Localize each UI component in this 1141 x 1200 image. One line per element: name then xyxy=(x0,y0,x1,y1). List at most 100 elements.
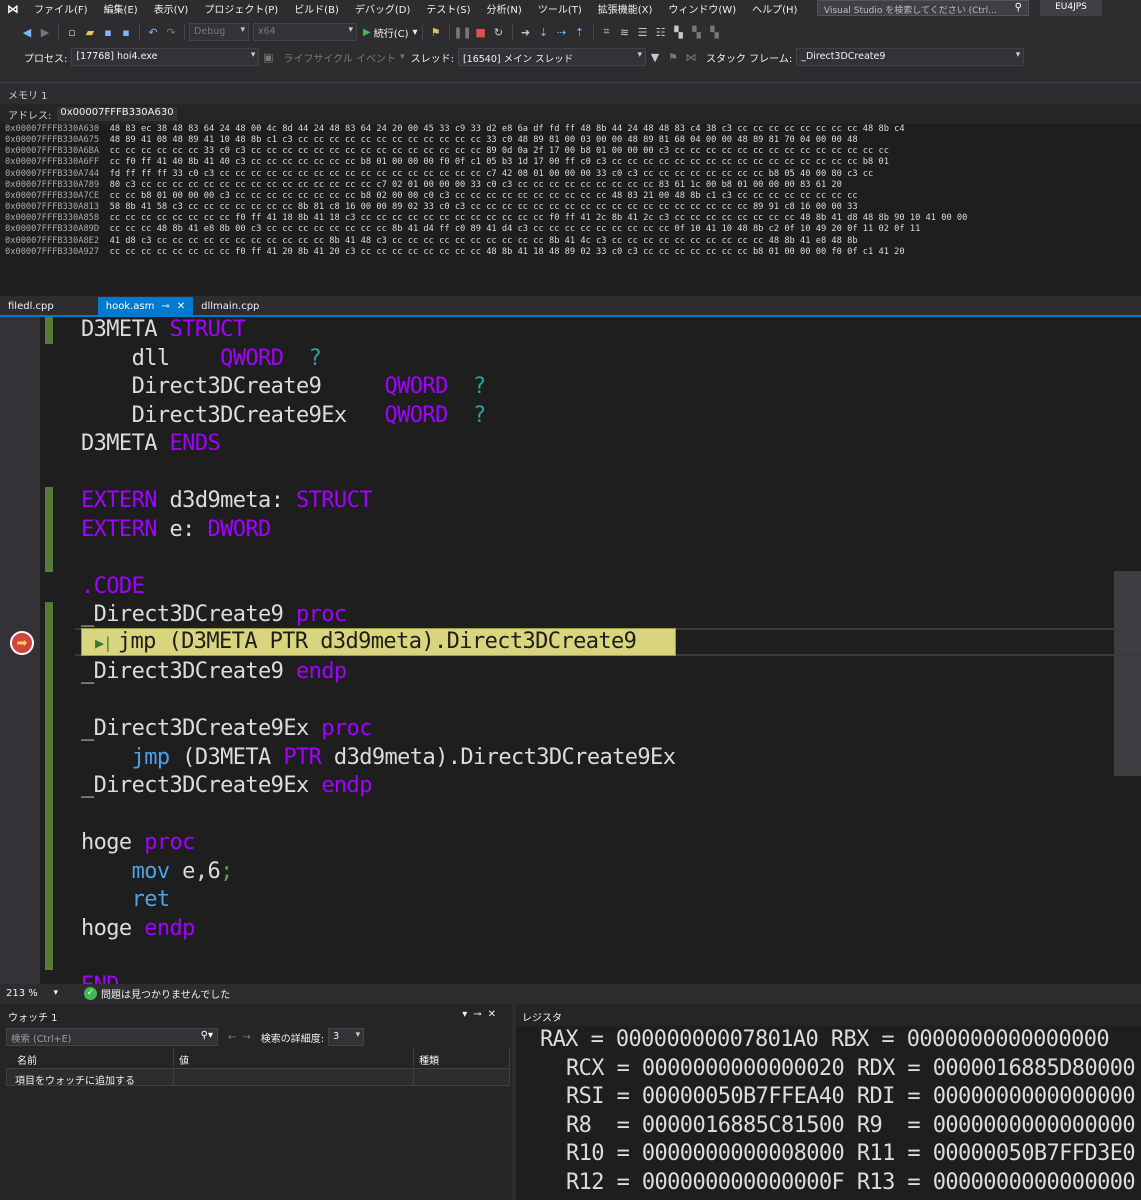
code-line[interactable]: hoge proc xyxy=(81,829,675,858)
code-line[interactable]: Direct3DCreate9 QWORD ? xyxy=(81,373,675,402)
menu-help[interactable]: ヘルプ(H) xyxy=(744,1,805,16)
new-item-icon[interactable]: ▫ xyxy=(63,23,81,41)
register-line[interactable]: R10 = 0000000000008000 R11 = 00000050B7F… xyxy=(566,1140,1136,1169)
tab-hook-asm[interactable]: hook.asm ⊸ ✕ xyxy=(97,297,194,315)
toggle-flag-icon[interactable]: ⋈ xyxy=(682,48,700,66)
pin-icon[interactable]: ⊸ xyxy=(161,301,169,312)
register-line[interactable]: R8 = 0000016885C81500 R9 = 0000000000000… xyxy=(566,1112,1136,1141)
code-line[interactable] xyxy=(81,801,675,830)
memory-row-bytes[interactable]: cc cc b8 01 00 00 00 c3 cc cc cc cc cc c… xyxy=(99,191,858,201)
open-file-icon[interactable]: ▰ xyxy=(81,23,99,41)
menu-project[interactable]: プロジェクト(P) xyxy=(196,1,286,16)
code-line[interactable] xyxy=(81,943,675,972)
attach-process-icon[interactable]: ⚑ xyxy=(427,23,445,41)
code-line[interactable] xyxy=(81,459,675,488)
memory-row[interactable]: 0x00007FFFB330A89D cc cc cc 48 8b 41 e8 … xyxy=(5,224,1141,235)
code-line[interactable]: dll QWORD ? xyxy=(81,345,675,374)
undo-icon[interactable]: ↶ xyxy=(144,23,162,41)
code-line[interactable]: D3META ENDS xyxy=(81,430,675,459)
code-line[interactable]: hoge endp xyxy=(81,915,675,944)
menu-view[interactable]: 表示(V) xyxy=(146,1,197,16)
memory-row[interactable]: 0x00007FFFB330A8E2 41 d8 c3 cc cc cc cc … xyxy=(5,236,1141,247)
register-line[interactable]: RAX = 00000000007801A0 RBX = 00000000000… xyxy=(540,1026,1110,1055)
stack-frame-select[interactable]: _Direct3DCreate9 xyxy=(796,48,1025,66)
show-next-statement-icon[interactable]: ➜ xyxy=(517,23,535,41)
code-line[interactable]: _Direct3DCreate9 proc xyxy=(81,601,675,630)
code-line[interactable]: _Direct3DCreate9Ex endp xyxy=(81,772,675,801)
zoom-select[interactable]: 213 % xyxy=(0,988,58,999)
redo-icon[interactable]: ↷ xyxy=(162,23,180,41)
watch-column-name[interactable]: 名前 xyxy=(12,1049,174,1067)
code-line[interactable]: EXTERN d3d9meta: STRUCT xyxy=(81,487,675,516)
hex-display-icon[interactable]: ⌗ xyxy=(598,23,616,41)
stop-debugging-icon[interactable]: ■ xyxy=(472,23,490,41)
register-line[interactable]: RCX = 0000000000000020 RDX = 0000016885D… xyxy=(566,1055,1136,1084)
code-line[interactable] xyxy=(81,544,675,573)
memory-row[interactable]: 0x00007FFFB330A630 48 83 ec 38 48 83 64 … xyxy=(5,124,1141,135)
search-next-icon[interactable]: → xyxy=(242,1032,256,1043)
close-icon[interactable]: ✕ xyxy=(177,301,185,312)
memory-row[interactable]: 0x00007FFFB330A6BA cc cc cc cc cc cc 33 … xyxy=(5,146,1141,157)
bookmark-icon[interactable]: ▚ xyxy=(670,23,688,41)
memory-row-bytes[interactable]: 80 c3 cc cc cc cc cc cc cc cc cc cc cc c… xyxy=(99,180,842,190)
threads-icon[interactable]: ≋ xyxy=(616,23,634,41)
vs-search-input[interactable]: Visual Studio を検索してください (Ctrl... ⚲ xyxy=(817,0,1029,16)
memory-row[interactable]: 0x00007FFFB330A675 48 89 41 08 48 89 41 … xyxy=(5,135,1141,146)
code-line[interactable]: _Direct3DCreate9Ex proc xyxy=(81,715,675,744)
watch-title[interactable]: ウォッチ 1 xyxy=(8,1013,58,1024)
code-line[interactable]: _Direct3DCreate9 endp xyxy=(81,658,675,687)
memory-row[interactable]: 0x00007FFFB330A6FF cc f0 ff 41 40 8b 41 … xyxy=(5,157,1141,168)
thread-select[interactable]: [16540] メイン スレッド xyxy=(457,48,646,66)
memory-row[interactable]: 0x00007FFFB330A789 80 c3 cc cc cc cc cc … xyxy=(5,180,1141,191)
memory-row[interactable]: 0x00007FFFB330A7CE cc cc b8 01 00 00 00 … xyxy=(5,191,1141,202)
search-depth-select[interactable]: 3 xyxy=(328,1028,365,1046)
memory-row[interactable]: 0x00007FFFB330A927 cc cc cc cc cc cc cc … xyxy=(5,247,1141,258)
run-to-click-icon[interactable]: ▶| xyxy=(95,634,112,652)
continue-button[interactable]: ▶ 続行(C) ▾ xyxy=(363,25,418,40)
menu-extensions[interactable]: 拡張機能(X) xyxy=(590,1,661,16)
memory-row-bytes[interactable]: 41 d8 c3 cc cc cc cc cc cc cc cc cc cc c… xyxy=(99,236,858,246)
menu-edit[interactable]: 編集(E) xyxy=(96,1,146,16)
current-instruction-arrow-icon[interactable]: ➡ xyxy=(10,631,34,655)
memory-row-bytes[interactable]: cc cc cc cc cc cc cc cc f0 ff 41 18 8b 4… xyxy=(99,213,968,223)
flag-icon[interactable]: ⚑ xyxy=(664,48,682,66)
memory-row[interactable]: 0x00007FFFB330A744 fd ff ff ff 33 c0 c3 … xyxy=(5,169,1141,180)
step-out-icon[interactable]: ⇡ xyxy=(571,23,589,41)
navigate-back-icon[interactable]: ◀ xyxy=(18,23,36,41)
project-name-badge[interactable]: EU4JPS xyxy=(1040,0,1102,16)
pin-icon[interactable]: ⊸ xyxy=(473,1009,487,1020)
register-line[interactable]: R12 = 000000000000000F R13 = 00000000000… xyxy=(566,1169,1136,1198)
bookmark-prev-icon[interactable]: ▚ xyxy=(688,23,706,41)
search-previous-icon[interactable]: ← xyxy=(228,1032,242,1043)
watch-column-type[interactable]: 種類 xyxy=(414,1049,510,1067)
code-line[interactable]: ret xyxy=(81,886,675,915)
menu-debug[interactable]: デバッグ(D) xyxy=(347,1,419,16)
register-line[interactable]: RSI = 00000050B7FFEA40 RDI = 00000000000… xyxy=(566,1083,1136,1112)
memory-row[interactable]: 0x00007FFFB330A813 58 8b 41 58 c3 cc cc … xyxy=(5,202,1141,213)
watch-search-input[interactable]: 検索 (Ctrl+E) ⚲▾ xyxy=(6,1028,218,1046)
window-position-icon[interactable]: ▾ xyxy=(462,1009,473,1020)
code-line[interactable]: D3META STRUCT xyxy=(81,317,675,345)
code-line[interactable]: .CODE xyxy=(81,573,675,602)
memory-row-bytes[interactable]: cc cc cc cc cc cc 33 c0 c3 cc cc cc cc c… xyxy=(99,146,889,156)
menu-tools[interactable]: ツール(T) xyxy=(530,1,590,16)
navigate-forward-icon[interactable]: ▶ xyxy=(36,23,54,41)
format-icon[interactable]: ☰ xyxy=(634,23,652,41)
current-statement[interactable]: ▶| jmp (D3META PTR d3d9meta).Direct3DCrea… xyxy=(95,628,637,657)
code-line[interactable]: jmp (D3META PTR d3d9meta).Direct3DCreate… xyxy=(81,744,676,773)
filter-icon[interactable]: ▼ xyxy=(646,48,664,66)
code-line[interactable]: Direct3DCreate9Ex QWORD ? xyxy=(81,402,675,431)
memory-row-bytes[interactable]: 58 8b 41 58 c3 cc cc cc cc cc cc cc 8b 8… xyxy=(99,202,858,212)
menu-analyze[interactable]: 分析(N) xyxy=(479,1,530,16)
memory-row[interactable]: 0x00007FFFB330A858 cc cc cc cc cc cc cc … xyxy=(5,213,1141,224)
step-over-icon[interactable]: ⇢ xyxy=(553,23,571,41)
bookmark-next-icon[interactable]: ▚ xyxy=(706,23,724,41)
code-line[interactable]: mov e,6; xyxy=(81,858,675,887)
tab-filedl-cpp[interactable]: filedl.cpp xyxy=(0,297,62,315)
memory-row-bytes[interactable]: 48 89 41 08 48 89 41 10 48 8b c1 c3 cc c… xyxy=(99,135,858,145)
code-line[interactable]: EXTERN e: DWORD xyxy=(81,516,675,545)
watch-add-item[interactable]: 項目をウォッチに追加する xyxy=(6,1068,174,1087)
save-all-icon[interactable]: ▪ xyxy=(117,23,135,41)
solution-platform-select[interactable]: x64 xyxy=(253,23,357,41)
address-input[interactable]: 0x00007FFFB330A630 xyxy=(57,107,177,121)
